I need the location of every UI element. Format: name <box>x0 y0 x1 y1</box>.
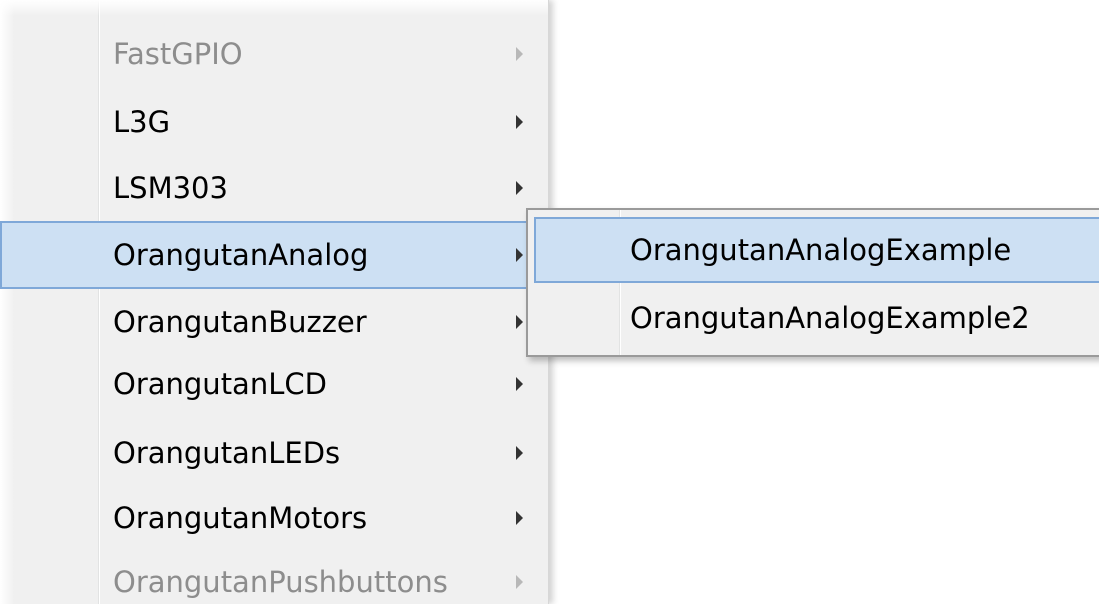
menu-item-label: L3G <box>113 105 171 139</box>
menu-item-orangutanlcd[interactable]: OrangutanLCD <box>0 350 548 418</box>
menu-item-orangutananalog[interactable]: OrangutanAnalog <box>0 221 548 289</box>
menu-item-label: OrangutanBuzzer <box>113 305 367 339</box>
submenu-item-label: OrangutanAnalogExample <box>630 233 1012 267</box>
menu-item-orangutanbuzzer[interactable]: OrangutanBuzzer <box>0 288 548 356</box>
menu-item-label: LSM303 <box>113 171 228 205</box>
submenu-arrow-icon <box>516 115 523 129</box>
menu-item-orangutanmotors[interactable]: OrangutanMotors <box>0 484 548 552</box>
submenu-arrow-icon <box>516 248 523 262</box>
submenu-arrow-icon <box>516 315 523 329</box>
menu-top-fade <box>0 0 548 16</box>
menu-item-label: OrangutanLEDs <box>113 436 341 470</box>
submenu-arrow-icon <box>516 377 523 391</box>
menu-item-label: OrangutanAnalog <box>113 238 369 272</box>
menu-item-lsm303[interactable]: LSM303 <box>0 154 548 222</box>
examples-library-menu: FastGPIO L3G LSM303 OrangutanAnalog Oran… <box>0 0 549 604</box>
submenu-arrow-icon <box>516 575 523 589</box>
menu-item-fastgpio[interactable]: FastGPIO <box>0 20 548 88</box>
menu-item-orangutanpushbuttons[interactable]: OrangutanPushbuttons <box>0 548 548 604</box>
submenu-item-orangutananalogexample2[interactable]: OrangutanAnalogExample2 <box>534 285 1099 351</box>
submenu-arrow-icon <box>516 181 523 195</box>
menu-item-label: OrangutanLCD <box>113 367 327 401</box>
submenu-arrow-icon <box>516 511 523 525</box>
screen: FastGPIO L3G LSM303 OrangutanAnalog Oran… <box>0 0 1099 604</box>
submenu-item-orangutananalogexample[interactable]: OrangutanAnalogExample <box>534 217 1099 283</box>
orangutananalog-submenu: OrangutanAnalogExample OrangutanAnalogEx… <box>526 208 1099 357</box>
menu-item-label: OrangutanMotors <box>113 501 368 535</box>
submenu-arrow-icon <box>516 47 523 61</box>
menu-item-l3g[interactable]: L3G <box>0 88 548 156</box>
submenu-arrow-icon <box>516 446 523 460</box>
submenu-item-label: OrangutanAnalogExample2 <box>630 301 1030 335</box>
menu-item-label: OrangutanPushbuttons <box>113 565 448 599</box>
menu-item-label: FastGPIO <box>113 37 243 71</box>
menu-item-orangutanleds[interactable]: OrangutanLEDs <box>0 419 548 487</box>
